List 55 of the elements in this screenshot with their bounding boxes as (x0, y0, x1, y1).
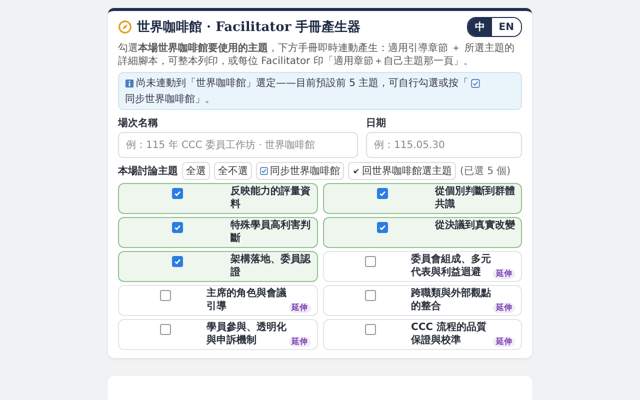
checkbox-icon (260, 167, 268, 175)
selection-count: (已選 5 個) (460, 165, 511, 178)
page-title: 世界咖啡館 · Facilitator 手冊產生器 (137, 18, 362, 36)
checkbox-icon (470, 78, 480, 88)
extension-badge: 延伸 (288, 302, 310, 313)
topic-option[interactable]: 特殊學員高利害判斷 (118, 217, 318, 248)
checkbox[interactable] (376, 188, 388, 199)
extension-badge: 延伸 (493, 336, 515, 347)
field-label: 場次名稱 (118, 116, 159, 130)
topic-title: 從決議到真實改變 (435, 220, 515, 232)
checkbox[interactable] (172, 256, 184, 267)
checkbox[interactable] (160, 324, 172, 335)
topic-option[interactable]: 跨職類與外部觀點的整合 延伸 (322, 285, 522, 316)
topic-title: 學員參與、透明化與申訴機制 (206, 322, 286, 347)
topic-option[interactable]: 主席的角色與會議引導 延伸 (118, 285, 318, 316)
extension-badge: 延伸 (288, 336, 310, 347)
toolbar-button[interactable]: 同步世界咖啡館 (256, 162, 344, 180)
checkbox[interactable] (172, 188, 184, 199)
checkbox[interactable] (376, 222, 388, 233)
topic-option[interactable]: CCC 流程的品質保證與校準 延伸 (322, 319, 522, 350)
checkbox[interactable] (364, 256, 376, 267)
topic-title: 從個別判斷到群體共識 (435, 186, 515, 211)
toolbar-button[interactable]: 全選 (182, 162, 210, 180)
input-field[interactable]: 例：115.05.30 (366, 132, 522, 158)
checkbox[interactable] (160, 290, 172, 301)
extension-badge: 延伸 (493, 302, 515, 313)
checkbox[interactable] (364, 324, 376, 335)
topic-option[interactable]: 委員會組成、多元代表與利益迴避 延伸 (322, 251, 522, 282)
topic-title: 特殊學員高利害判斷 (230, 220, 310, 245)
toolbar-button[interactable]: 回世界咖啡館選主題 (348, 162, 456, 180)
topic-title: 反映能力的評量資料 (230, 186, 310, 211)
input-field[interactable]: 例：115 年 CCC 委員工作坊 · 世界咖啡館 (118, 132, 358, 158)
notice-text: 同步世界咖啡館」。 (125, 92, 215, 106)
language-option[interactable]: 中 (468, 18, 492, 36)
topic-title: 架構落地、委員認證 (230, 254, 310, 279)
topic-title: CCC 流程的品質保證與校準 (411, 322, 488, 347)
checkbox[interactable] (172, 222, 184, 233)
topic-option[interactable]: 架構落地、委員認證 (118, 251, 318, 282)
topic-title: 委員會組成、多元代表與利益迴避 (411, 254, 491, 279)
topic-option[interactable]: 學員參與、透明化與申訴機制 延伸 (118, 319, 318, 350)
notice-text: 尚未連動到「世界咖啡館」選定——目前預設前 5 主題，可自行勾選或按「 (136, 76, 469, 90)
arrow-icon (352, 167, 360, 175)
topic-title: 主席的角色與會議引導 (206, 288, 286, 313)
topic-option[interactable]: 從決議到真實改變 (322, 217, 522, 248)
topic-option[interactable]: 反映能力的評量資料 (118, 183, 318, 214)
section-label: 本場討論主題 (118, 164, 178, 178)
toolbar-button[interactable]: 全不選 (214, 162, 252, 180)
field-label: 日期 (366, 116, 387, 130)
extension-badge: 延伸 (493, 268, 515, 279)
topic-title: 跨職類與外部觀點的整合 (411, 288, 491, 313)
checkbox[interactable] (364, 290, 376, 301)
compass-icon (118, 20, 132, 34)
topic-option[interactable]: 從個別判斷到群體共識 (322, 183, 522, 214)
description-text: 勾選本場世界咖啡館要使用的主題，下方手冊即時連動產生：適用引導章節 ＋ 所選主題的詳細腳本，可整本列印，或每位 Facilitator 印「適用章節＋自己主題那一頁」。 (118, 42, 516, 68)
info-icon (125, 78, 134, 88)
